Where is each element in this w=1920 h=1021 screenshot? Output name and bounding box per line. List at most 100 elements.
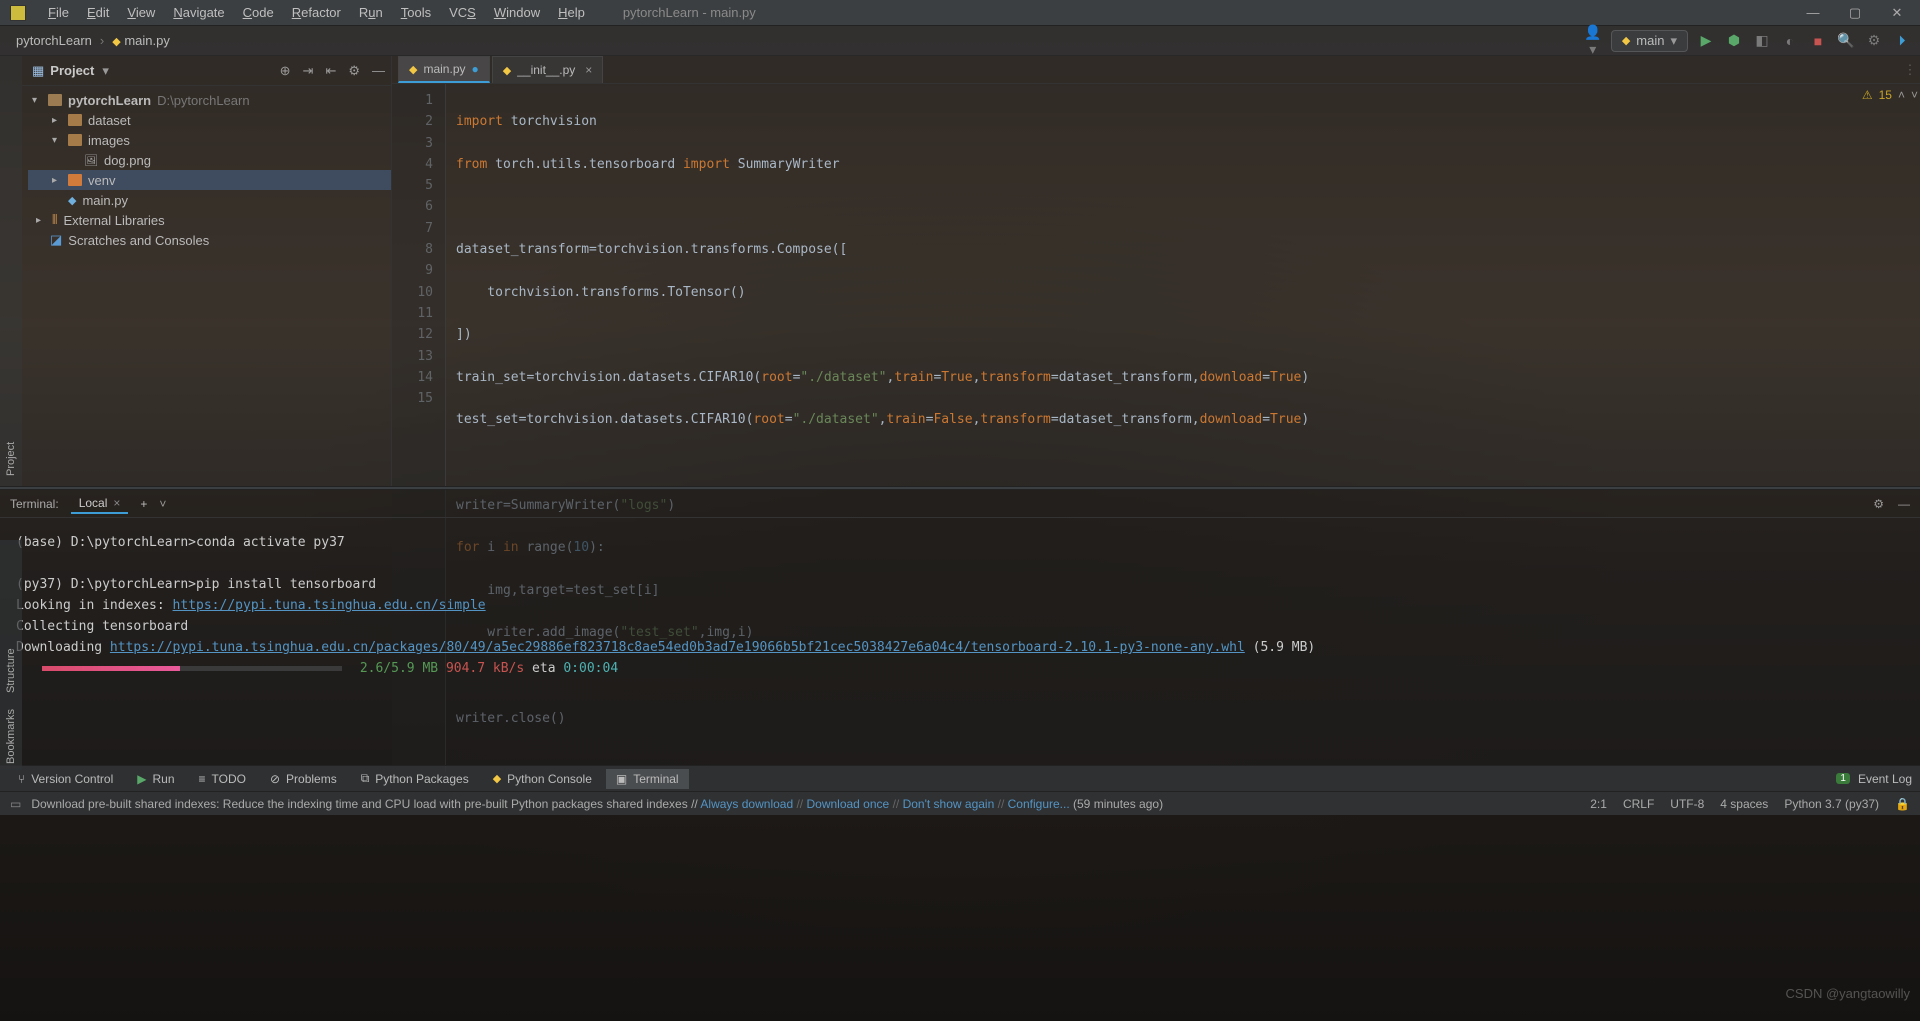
coverage-button[interactable]: ◧ [1752, 32, 1772, 49]
menu-run[interactable]: Run [351, 2, 391, 23]
line-number: 10 [392, 282, 433, 303]
settings-icon[interactable]: ⚙ [1873, 497, 1884, 511]
file-encoding[interactable]: UTF-8 [1670, 797, 1704, 811]
terminal-line: Downloading [16, 640, 110, 655]
tree-scratches[interactable]: ◪Scratches and Consoles [28, 230, 391, 250]
collapse-all-icon[interactable]: ⇤ [325, 63, 336, 79]
terminal-dropdown-icon[interactable]: ˅ [159, 497, 166, 511]
menu-help[interactable]: Help [550, 2, 593, 23]
menu-navigate[interactable]: Navigate [165, 2, 232, 23]
settings-button[interactable]: ⚙ [1864, 32, 1884, 49]
chevron-up-icon[interactable]: ˄ [1898, 88, 1905, 102]
hide-icon[interactable]: — [372, 63, 385, 79]
status-link-once[interactable]: Download once [806, 797, 889, 811]
add-user-icon[interactable]: 👤▾ [1583, 24, 1603, 58]
todo-icon: ≡ [199, 772, 206, 786]
breadcrumb-root[interactable]: pytorchLearn [8, 31, 100, 50]
status-link-dont[interactable]: Don't show again [903, 797, 995, 811]
close-button[interactable]: ✕ [1888, 5, 1906, 21]
project-tree[interactable]: ▾ pytorchLearn D:\pytorchLearn ▸dataset … [22, 86, 391, 250]
ide-scripting-button[interactable]: ⏵ [1892, 32, 1912, 49]
tool-terminal[interactable]: ▣Terminal [606, 769, 689, 789]
editor-tab-init[interactable]: ◆ __init__.py × [492, 56, 604, 83]
indent-widget[interactable]: 4 spaces [1720, 797, 1768, 811]
menu-refactor[interactable]: Refactor [284, 2, 349, 23]
status-link-always[interactable]: Always download [700, 797, 793, 811]
t: True [1270, 370, 1301, 385]
t: train_set=torchvision.datasets.CIFAR10( [456, 370, 761, 385]
editor: ◆ main.py ● ◆ __init__.py × ⚠ 15 ˄ ˅ 1 2… [392, 56, 1920, 486]
tree-file-dog[interactable]: 🖼dog.png [28, 150, 391, 170]
tool-todo[interactable]: ≡TODO [189, 769, 256, 789]
tw-label: Version Control [31, 772, 113, 786]
tree-folder-dataset[interactable]: ▸dataset [28, 110, 391, 130]
hide-icon[interactable]: — [1898, 497, 1910, 511]
breadcrumb-file-label: main.py [124, 33, 170, 48]
menu-tools[interactable]: Tools [393, 2, 439, 23]
terminal-line: (5.9 MB) [1245, 640, 1315, 655]
tool-event-log[interactable]: Event Log [1858, 772, 1912, 786]
run-config-label: main [1636, 33, 1664, 48]
lock-icon[interactable]: 🔒 [1895, 797, 1910, 811]
tool-python-console[interactable]: ◆Python Console [483, 769, 602, 789]
menu-file[interactable]: File [40, 2, 77, 23]
stop-button[interactable]: ■ [1808, 33, 1828, 49]
project-title[interactable]: Project [50, 63, 94, 78]
chevron-down-icon[interactable]: ˅ [1911, 88, 1918, 102]
inspection-widget[interactable]: ⚠ 15 ˄ ˅ [1862, 88, 1918, 102]
python-icon: ◆ [409, 63, 417, 76]
package-icon: ⧉ [361, 771, 370, 786]
breadcrumb-file[interactable]: ◆ main.py [104, 31, 178, 50]
settings-icon[interactable]: ⚙ [348, 63, 360, 79]
profile-button[interactable]: ◐ [1780, 33, 1800, 49]
t: torchvision.transforms.ToTensor() [456, 282, 1920, 303]
tree-root[interactable]: ▾ pytorchLearn D:\pytorchLearn [28, 90, 391, 110]
terminal-tab-local[interactable]: Local× [71, 494, 129, 514]
tool-python-packages[interactable]: ⧉Python Packages [351, 768, 479, 789]
select-opened-icon[interactable]: ⊕ [280, 63, 291, 79]
menu-edit[interactable]: Edit [79, 2, 117, 23]
t: import [683, 157, 730, 172]
tree-file-main[interactable]: ◆main.py [28, 190, 391, 210]
caret-position[interactable]: 2:1 [1590, 797, 1607, 811]
terminal-link[interactable]: https://pypi.tuna.tsinghua.edu.cn/packag… [110, 640, 1245, 655]
menu-view[interactable]: View [119, 2, 163, 23]
tool-version-control[interactable]: ⑂Version Control [8, 769, 123, 789]
main-menu: File Edit View Navigate Code Refactor Ru… [40, 2, 593, 23]
chevron-down-icon[interactable]: ▾ [102, 63, 109, 79]
search-button[interactable]: 🔍 [1836, 32, 1856, 49]
status-link-configure[interactable]: Configure... [1008, 797, 1070, 811]
maximize-button[interactable]: ▢ [1846, 5, 1864, 21]
run-button[interactable]: ▶ [1696, 32, 1716, 49]
editor-tab-main[interactable]: ◆ main.py ● [398, 56, 490, 83]
bookmarks-tool-tab[interactable]: Bookmarks [5, 709, 17, 764]
tree-external-libs[interactable]: ▸⫴External Libraries [28, 210, 391, 230]
debug-button[interactable]: ⬢ [1724, 32, 1744, 49]
tree-folder-images[interactable]: ▾images [28, 130, 391, 150]
menu-code[interactable]: Code [235, 2, 282, 23]
t: train [894, 370, 933, 385]
run-configuration-combo[interactable]: ◆ main ▾ [1611, 30, 1688, 52]
tool-problems[interactable]: ⊘Problems [260, 769, 347, 789]
tool-run[interactable]: ▶Run [127, 769, 184, 789]
scratches-icon: ◪ [50, 232, 62, 248]
close-tab-icon[interactable]: × [585, 63, 592, 77]
new-terminal-button[interactable]: + [140, 497, 147, 511]
status-bar-icon[interactable]: ▭ [10, 797, 21, 811]
terminal-output[interactable]: (base) D:\pytorchLearn>conda activate py… [0, 518, 1920, 765]
project-tool-tab[interactable]: Project [5, 442, 17, 476]
line-separator[interactable]: CRLF [1623, 797, 1654, 811]
structure-tool-tab[interactable]: Structure [5, 648, 17, 693]
tree-folder-venv[interactable]: ▸venv [28, 170, 391, 190]
terminal-link[interactable]: https://pypi.tuna.tsinghua.edu.cn/simple [173, 598, 486, 613]
menu-vcs[interactable]: VCS [441, 2, 484, 23]
menu-window[interactable]: Window [486, 2, 548, 23]
minimize-button[interactable]: — [1804, 5, 1822, 21]
close-tab-icon[interactable]: × [113, 496, 120, 510]
eta-label: eta [532, 661, 563, 676]
line-number: 6 [392, 196, 433, 217]
status-bar: ▭ Download pre-built shared indexes: Red… [0, 791, 1920, 815]
line-number: 14 [392, 367, 433, 388]
expand-all-icon[interactable]: ⇥ [303, 63, 314, 79]
python-interpreter[interactable]: Python 3.7 (py37) [1784, 797, 1879, 811]
